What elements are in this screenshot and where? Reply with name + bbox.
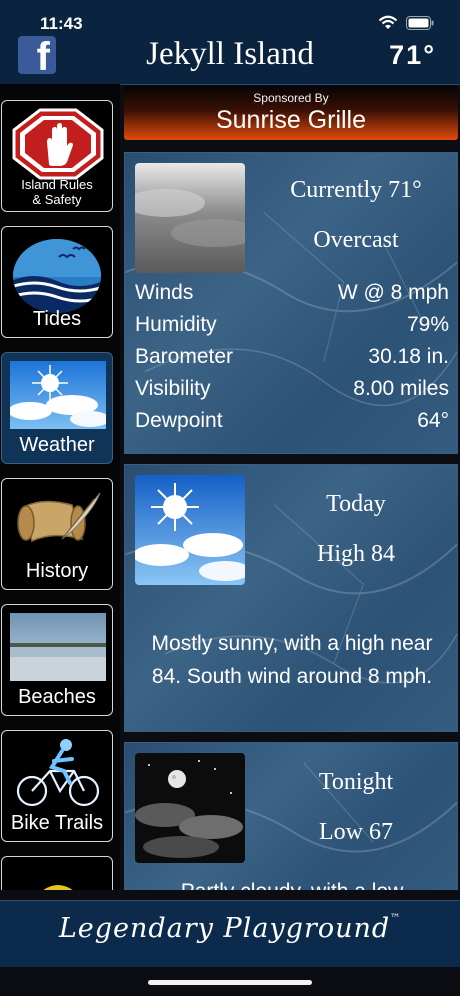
forecast-low: Low 67 <box>319 819 393 845</box>
detail-value: 64° <box>417 409 449 432</box>
footer-tagline: Legendary Playground™ <box>0 913 460 944</box>
beach-photo-icon <box>10 613 106 681</box>
scroll-quill-icon <box>17 492 101 543</box>
sunny-clouds-icon <box>10 361 106 429</box>
overcast-icon <box>135 163 245 273</box>
footer-banner: Legendary Playground™ <box>0 900 460 967</box>
home-indicator[interactable] <box>148 980 312 985</box>
forecast-card-today: Today High 84 Mostly sunny, with a high … <box>124 464 458 732</box>
forecast-description: Partly cloudy, with a low <box>135 875 449 890</box>
header-temperature: 71° <box>389 40 436 70</box>
sidebar-item-label: History <box>25 560 89 582</box>
sponsor-banner[interactable]: Sponsored By Sunrise Grille <box>124 86 458 140</box>
sidebar-nav: Island Rules & Safety Tides Weather Hist… <box>0 84 120 890</box>
current-temperature: Currently 71° <box>290 177 422 203</box>
status-icons <box>378 15 434 30</box>
stop-hand-icon <box>12 108 104 180</box>
trademark-mark: ™ <box>390 913 402 924</box>
sidebar-item-label: Bike Trails <box>10 812 104 834</box>
sunny-clouds-icon <box>135 475 245 585</box>
sidebar-item-label: Weather <box>19 434 95 456</box>
sidebar-item-tides[interactable]: Tides <box>1 226 113 338</box>
detail-row-winds: Winds W @ 8 mph <box>135 281 449 313</box>
detail-row-barometer: Barometer 30.18 in. <box>135 345 449 377</box>
detail-row-visibility: Visibility 8.00 miles <box>135 377 449 409</box>
sidebar-item-bike-trails[interactable]: Bike Trails <box>1 730 113 842</box>
forecast-period: Today <box>326 491 386 517</box>
cyclist-icon <box>16 739 100 807</box>
sponsor-label: Sponsored By <box>253 91 329 105</box>
sidebar-item-label: Island Rules & Safety <box>21 177 93 207</box>
sidebar-item-beaches[interactable]: Beaches <box>1 604 113 716</box>
detail-row-humidity: Humidity 79% <box>135 313 449 345</box>
sidebar-item-label: Tides <box>32 308 82 330</box>
night-clouds-icon <box>135 753 245 863</box>
footer-tagline-text: Legendary Playground <box>58 913 391 944</box>
detail-value: 30.18 in. <box>368 345 449 368</box>
status-bar: 11:43 <box>0 0 460 40</box>
wifi-icon <box>378 15 398 29</box>
battery-icon <box>406 15 434 30</box>
detail-value: W @ 8 mph <box>337 281 449 304</box>
detail-value: 8.00 miles <box>353 377 449 400</box>
sponsor-name: Sunrise Grille <box>215 106 367 134</box>
detail-row-dewpoint: Dewpoint 64° <box>135 409 449 441</box>
forecast-high: High 84 <box>317 541 395 567</box>
forecast-period: Tonight <box>318 769 394 795</box>
detail-label: Humidity <box>135 313 217 336</box>
sidebar-item-history[interactable]: History <box>1 478 113 590</box>
sidebar-item-label: Beaches <box>18 686 96 708</box>
detail-label: Winds <box>135 281 194 304</box>
detail-value: 79% <box>406 313 449 336</box>
detail-label: Dewpoint <box>135 409 223 432</box>
sidebar-item-more[interactable] <box>1 856 113 890</box>
forecast-card-tonight: Tonight Low 67 Partly cloudy, with a low <box>124 742 458 890</box>
forecast-description: Mostly sunny, with a high near 84. South… <box>151 632 433 688</box>
status-time: 11:43 <box>40 14 83 33</box>
current-condition: Overcast <box>313 227 399 253</box>
detail-label: Visibility <box>135 377 211 400</box>
sidebar-item-island-rules[interactable]: Island Rules & Safety <box>1 100 113 212</box>
compass-icon <box>43 885 73 890</box>
detail-label: Barometer <box>135 345 234 368</box>
sidebar-item-weather[interactable]: Weather <box>1 352 113 464</box>
weather-content: Currently 71° Overcast Winds W @ 8 mph H… <box>124 152 458 890</box>
app-header: f Jekyll Island 71° <box>0 36 460 85</box>
waves-icon <box>13 239 101 313</box>
current-conditions-card: Currently 71° Overcast Winds W @ 8 mph H… <box>124 152 458 454</box>
